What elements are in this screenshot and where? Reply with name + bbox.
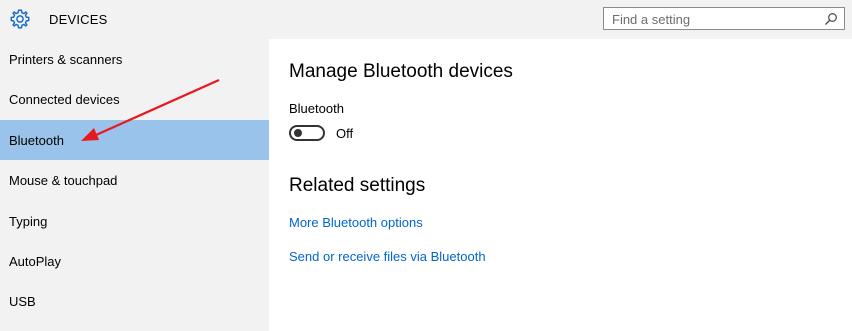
more-bluetooth-options-link[interactable]: More Bluetooth options (289, 215, 423, 230)
sidebar-item-usb[interactable]: USB (0, 281, 269, 321)
sidebar-item-label: Mouse & touchpad (9, 173, 118, 188)
toggle-knob (294, 129, 302, 137)
bluetooth-toggle-label: Bluetooth (289, 101, 344, 116)
sidebar: Printers & scanners Connected devices Bl… (0, 39, 269, 331)
header: DEVICES Find a setting (0, 0, 852, 39)
sidebar-item-label: Typing (9, 214, 48, 229)
search-icon[interactable] (824, 12, 838, 26)
sidebar-item-typing[interactable]: Typing (0, 201, 269, 241)
sidebar-item-label: USB (9, 294, 36, 309)
sidebar-item-autoplay[interactable]: AutoPlay (0, 241, 269, 281)
sidebar-item-label: Connected devices (9, 92, 120, 107)
bluetooth-toggle[interactable] (289, 125, 325, 141)
sidebar-item-label: Printers & scanners (9, 52, 123, 67)
sidebar-item-connected-devices[interactable]: Connected devices (0, 79, 269, 119)
send-receive-files-link[interactable]: Send or receive files via Bluetooth (289, 249, 486, 264)
related-settings-heading: Related settings (289, 175, 426, 196)
manage-bluetooth-heading: Manage Bluetooth devices (289, 61, 513, 82)
bluetooth-toggle-state: Off (336, 126, 354, 141)
gear-icon[interactable] (9, 8, 31, 30)
sidebar-item-printers-scanners[interactable]: Printers & scanners (0, 39, 269, 79)
sidebar-item-label: AutoPlay (9, 254, 62, 269)
sidebar-item-mouse-touchpad[interactable]: Mouse & touchpad (0, 160, 269, 200)
search-placeholder: Find a setting (612, 12, 691, 27)
settings-window: DEVICES Find a setting Printers & scanne… (0, 0, 852, 331)
page-title: DEVICES (49, 12, 108, 27)
sidebar-item-bluetooth[interactable]: Bluetooth (0, 120, 269, 160)
search-input[interactable]: Find a setting (603, 7, 845, 30)
main-content: Manage Bluetooth devices Bluetooth Off R… (269, 39, 852, 331)
sidebar-item-label: Bluetooth (9, 133, 64, 148)
